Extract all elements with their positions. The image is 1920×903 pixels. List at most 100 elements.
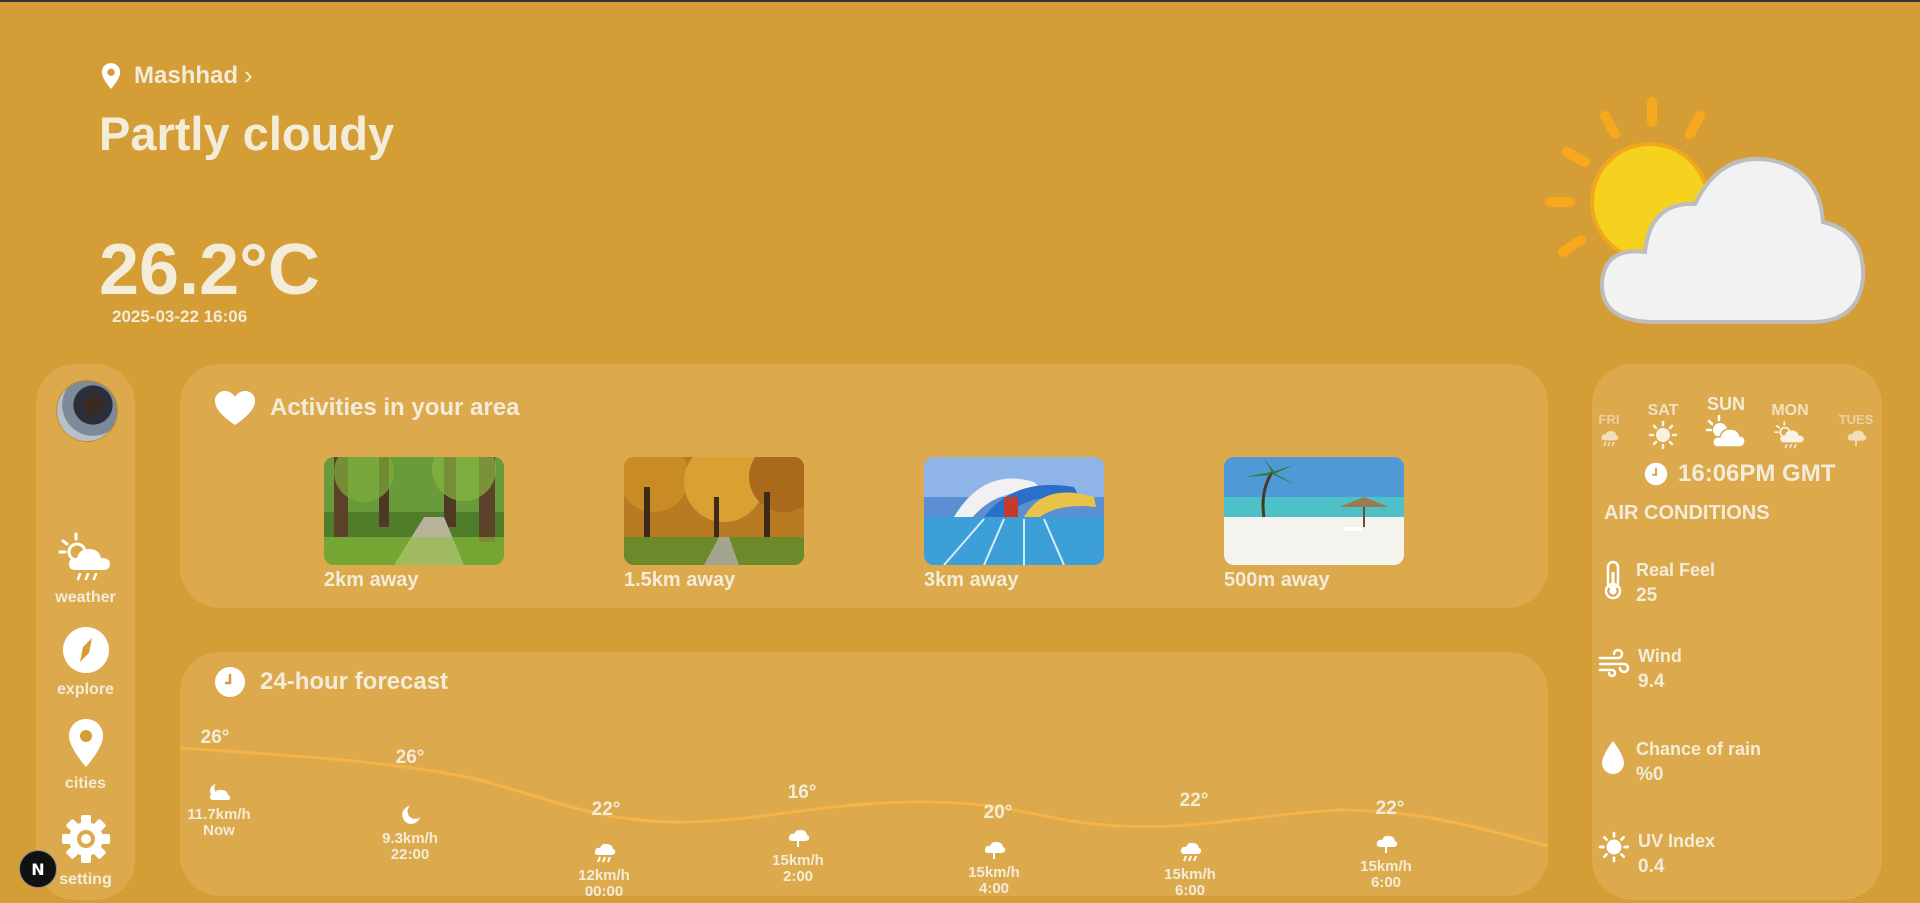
activities-title: Activities in your area — [270, 394, 520, 421]
forecast-temp: 26° — [200, 727, 230, 748]
forecast-hour-details: 15km/h 6:00 — [1336, 832, 1436, 891]
clock-icon — [1644, 462, 1668, 486]
chevron-right-icon: › — [244, 60, 253, 90]
activity-distance: 2km away — [324, 569, 419, 591]
air-item-real-feel: Real Feel 25 — [1598, 560, 1715, 607]
forecast-hour: 22° — [1144, 790, 1244, 812]
air-label: UV Index — [1638, 831, 1716, 851]
activity-image-beach — [1224, 457, 1404, 565]
day-tab-mon[interactable]: MON — [1770, 402, 1810, 455]
forecast-hour-details: 9.3km/h 22:00 — [360, 804, 460, 863]
forecast-hour: 22° — [556, 799, 656, 821]
air-value: 9.4 — [1638, 671, 1665, 692]
air-item-uv-index: UV Index 0.4 — [1598, 831, 1715, 878]
day-tab-tues[interactable]: TUES — [1836, 412, 1876, 450]
nav-cities-label: cities — [65, 775, 106, 792]
air-label: Chance of rain — [1636, 739, 1762, 759]
gear-icon — [61, 815, 110, 863]
forecast-wind: 9.3km/h — [382, 830, 438, 847]
location[interactable]: Mashhad › — [100, 60, 253, 91]
activity-image-water-park — [924, 457, 1104, 565]
cloud-sun-rain-icon — [58, 532, 110, 581]
air-value: 0.4 — [1638, 856, 1665, 877]
air-value: %0 — [1636, 764, 1664, 785]
forecast-header: 24-hour forecast — [214, 666, 448, 698]
heart-icon — [215, 391, 255, 425]
nav-weather[interactable]: weather — [36, 532, 135, 607]
forecast-hour-details: 12km/h 00:00 — [554, 839, 654, 900]
day-name: MON — [1771, 402, 1809, 419]
cloud-moon-icon — [209, 784, 231, 800]
current-datetime: 2025-03-22 16:06 — [112, 307, 248, 326]
map-pin-icon — [101, 62, 121, 89]
day-name: FRI — [1598, 412, 1620, 427]
weather-condition: Partly cloudy — [99, 107, 395, 160]
forecast-temp: 22° — [1179, 790, 1209, 811]
nav-explore[interactable]: explore — [36, 626, 135, 699]
forecast-time: 6:00 — [1370, 874, 1402, 891]
sun-icon — [1648, 420, 1678, 450]
day-tab-sat[interactable]: SAT — [1646, 402, 1680, 455]
forecast-hour: 22° — [1340, 798, 1440, 820]
forecast-wind: 12km/h — [578, 867, 630, 884]
forecast-time: Now — [203, 822, 235, 839]
moon-icon — [402, 806, 420, 824]
nav-weather-label: weather — [55, 589, 116, 606]
day-name: SUN — [1706, 394, 1745, 414]
forecast-hour: 20° — [948, 802, 1048, 824]
dev-badge[interactable]: N — [19, 850, 57, 888]
cloud-sun-rain-icon — [1774, 421, 1804, 449]
activities-header: Activities in your area — [214, 390, 519, 426]
forecast-time: 4:00 — [978, 880, 1010, 897]
forecast-title: 24-hour forecast — [260, 668, 449, 695]
city-name: Mashhad — [134, 61, 239, 89]
activity-card[interactable]: 3km away — [924, 457, 1104, 592]
day-tab-fri[interactable]: FRI — [1596, 412, 1622, 450]
activity-card[interactable]: 1.5km away — [624, 457, 804, 592]
forecast-hour: 26° — [165, 727, 265, 749]
activity-card[interactable]: 2km away — [324, 457, 504, 592]
air-item-chance-of-rain: Chance of rain %0 — [1598, 739, 1761, 786]
forecast-temp: 26° — [395, 747, 425, 768]
forecast-temp: 22° — [591, 799, 621, 820]
forecast-time: 6:00 — [1174, 882, 1206, 899]
nav-cities[interactable]: cities — [36, 718, 135, 793]
day-tab-sun[interactable]: SUN — [1704, 394, 1748, 454]
forecast-hour-details: 15km/h 2:00 — [748, 826, 848, 885]
day-name: SAT — [1647, 402, 1679, 419]
activity-distance: 3km away — [924, 569, 1019, 591]
forecast-hour-details: 11.7km/h Now — [169, 780, 269, 839]
forecast-wind: 11.7km/h — [187, 806, 251, 823]
clock-icon — [215, 667, 245, 697]
forecast-wind: 15km/h — [1164, 866, 1216, 883]
nav-explore-label: explore — [57, 681, 114, 698]
air-label: Wind — [1638, 646, 1682, 666]
forecast-wind: 15km/h — [968, 864, 1020, 881]
air-item-wind: Wind 9.4 — [1598, 646, 1682, 693]
forecast-hour-details: 15km/h 4:00 — [944, 838, 1044, 897]
cloud-rain-icon — [594, 843, 616, 863]
current-temperature: 26.2°C — [99, 230, 320, 310]
cloud-drizzle-icon — [984, 841, 1006, 859]
droplet-icon — [1602, 741, 1624, 774]
current-time: 16:06PM GMT — [1678, 460, 1836, 487]
cloud-sun-icon — [1705, 414, 1746, 448]
activity-image-park-path — [324, 457, 504, 565]
forecast-temp: 16° — [787, 782, 817, 803]
activity-distance: 500m away — [1224, 569, 1330, 591]
air-conditions-title: AIR CONDITIONS — [1604, 502, 1770, 524]
map-pin-icon — [68, 719, 103, 767]
forecast-time: 2:00 — [782, 868, 814, 885]
forecast-wind: 15km/h — [772, 852, 824, 869]
compass-icon — [62, 627, 109, 673]
activity-card[interactable]: 500m away — [1224, 457, 1404, 592]
avatar[interactable] — [56, 380, 118, 442]
wind-icon — [1598, 648, 1630, 678]
cloud-drizzle-icon — [788, 829, 810, 847]
forecast-hour: 26° — [360, 747, 460, 769]
forecast-wind: 15km/h — [1360, 858, 1412, 875]
sun-icon — [1598, 831, 1630, 863]
cloud-drizzle-icon — [1847, 430, 1867, 447]
air-value: 25 — [1636, 585, 1658, 606]
time-row: 16:06PM GMT — [1644, 460, 1835, 488]
